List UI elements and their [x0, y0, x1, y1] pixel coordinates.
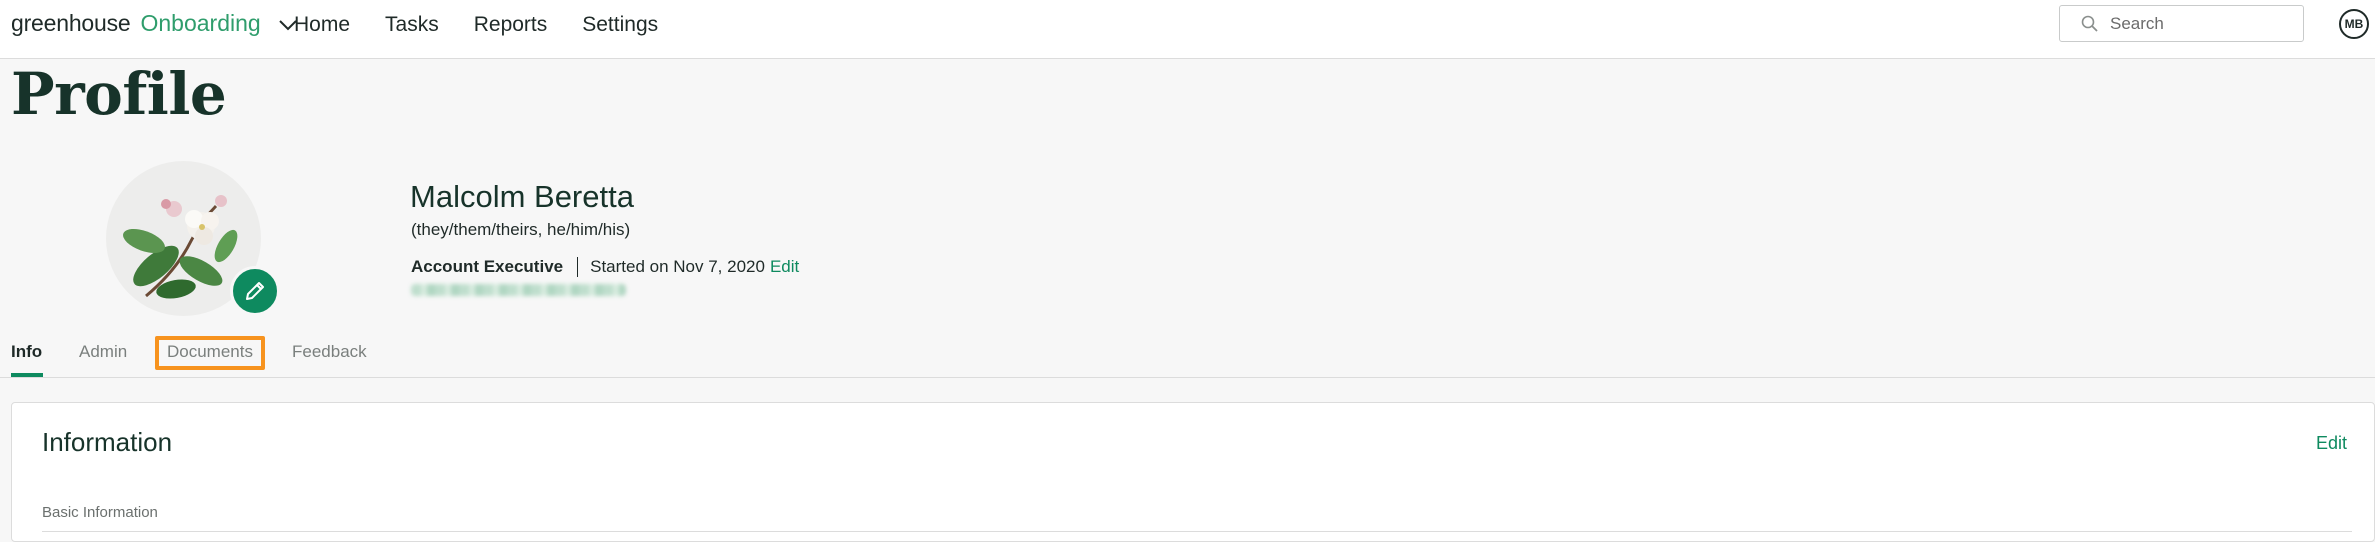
product-switcher[interactable]: greenhouse Onboarding: [11, 6, 299, 40]
pencil-icon: [246, 282, 264, 300]
tab-admin[interactable]: Admin: [79, 342, 127, 368]
search-box[interactable]: [2059, 5, 2304, 42]
divider: [577, 257, 579, 277]
user-avatar[interactable]: MB: [2339, 9, 2369, 39]
edit-photo-button[interactable]: [230, 266, 280, 316]
tab-feedback[interactable]: Feedback: [292, 342, 367, 368]
profile-tabs: Info Admin Documents Feedback: [0, 333, 2375, 378]
edit-information-link[interactable]: Edit: [2316, 433, 2347, 454]
nav-reports[interactable]: Reports: [474, 10, 548, 40]
brand-product-name: Onboarding: [140, 9, 261, 36]
card-title: Information: [42, 427, 173, 457]
email-redacted: [411, 284, 626, 296]
employee-pronouns: (they/them/theirs, he/him/his): [411, 220, 631, 239]
job-title: Account Executive: [411, 257, 564, 276]
top-navigation-bar: greenhouse Onboarding Home Tasks Reports…: [0, 0, 2375, 59]
documents-tab-highlight: [155, 336, 265, 370]
main-nav: Home Tasks Reports Settings: [294, 10, 693, 40]
section-label: Basic Information: [42, 504, 158, 521]
page-title: Profile: [11, 60, 227, 128]
information-card: Information Edit Basic Information: [11, 402, 2375, 542]
start-date: Started on Nov 7, 2020: [590, 257, 765, 276]
tab-info[interactable]: Info: [11, 342, 42, 368]
search-input[interactable]: [2110, 13, 2290, 34]
search-icon: [2081, 15, 2098, 32]
nav-tasks[interactable]: Tasks: [385, 10, 439, 40]
employee-name: Malcolm Beretta: [410, 179, 634, 214]
divider: [42, 531, 2352, 532]
brand-logo-text: greenhouse: [11, 9, 131, 36]
nav-settings[interactable]: Settings: [582, 10, 658, 40]
job-info: Account Executive Started on Nov 7, 2020…: [411, 257, 799, 277]
edit-start-date-link[interactable]: Edit: [770, 257, 799, 277]
active-tab-indicator: [11, 373, 43, 377]
nav-home[interactable]: Home: [294, 10, 350, 40]
